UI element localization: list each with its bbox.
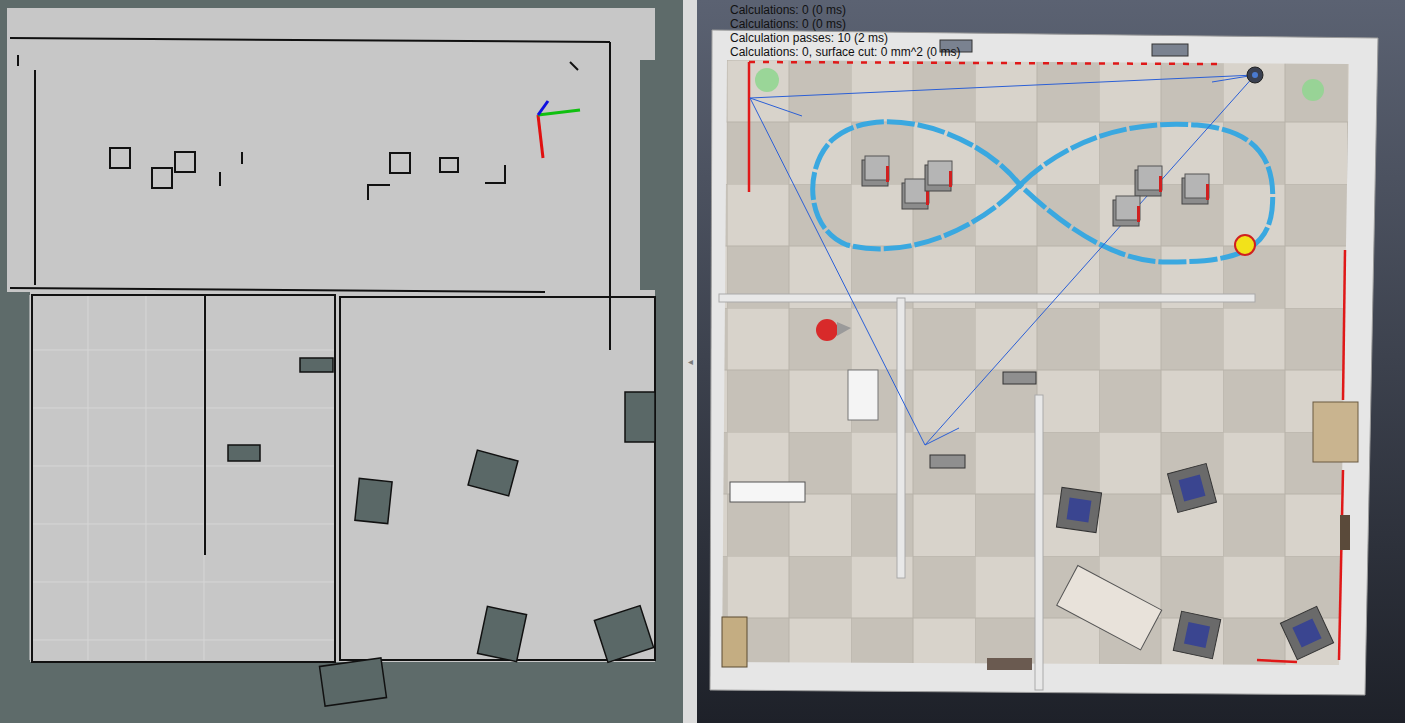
simulation-scene[interactable] — [697, 0, 1405, 723]
vrep-panel: Calculations: 0 (0 ms)Calculations: 0 (0… — [697, 0, 1405, 723]
rviz-panel — [0, 0, 683, 723]
info-line: Calculations: 0 (0 ms) — [730, 3, 960, 17]
splitter[interactable]: ◂ — [683, 0, 697, 723]
app: ◂ Calculations: 0 (0 ms)Calculations: 0 (… — [0, 0, 1405, 723]
occupancy-map[interactable] — [0, 0, 683, 723]
calculation-info: Calculations: 0 (0 ms)Calculations: 0 (0… — [730, 3, 960, 59]
info-line: Calculations: 0 (0 ms) — [730, 17, 960, 31]
info-line: Calculations: 0, surface cut: 0 mm^2 (0 … — [730, 45, 960, 59]
splitter-handle[interactable]: ◂ — [688, 357, 693, 367]
trajectory — [813, 122, 1273, 262]
info-line: Calculation passes: 10 (2 ms) — [730, 31, 960, 45]
axes-icon — [538, 101, 580, 158]
